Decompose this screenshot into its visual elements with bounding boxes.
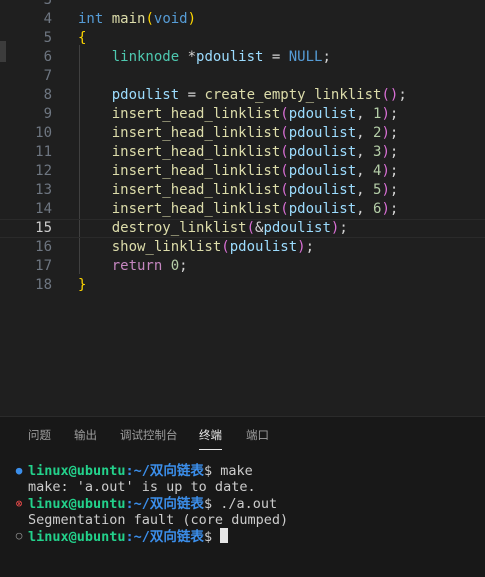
command-status-icon[interactable]: ⊗ [14,496,24,512]
code-line[interactable]: 8 pdoulist = create_empty_linklist(); [0,86,485,105]
code-text: show_linklist(pdoulist); [111,239,315,255]
code-text: linknode *pdoulist = NULL; [111,49,331,65]
line-number: 12 [35,163,52,179]
code-text: insert_head_linklist(pdoulist, 3); [111,144,399,160]
code-line[interactable]: 4 int main(void) [0,10,485,29]
tab-debug-console[interactable]: 调试控制台 [120,427,178,443]
terminal-line: Segmentation fault (core dumped) [0,512,485,528]
code-line[interactable]: 12 insert_head_linklist(pdoulist, 4); [0,162,485,181]
line-number: 9 [43,106,52,122]
code-line[interactable]: 11 insert_head_linklist(pdoulist, 3); [0,143,485,162]
terminal-text: linux@ubuntu:~/双向链表$ make [28,463,253,479]
code-text: } [78,277,87,293]
terminal-text: Segmentation fault (core dumped) [28,511,289,528]
bottom-panel: 问题 输出 调试控制台 终端 端口 ● linux@ubuntu:~/双向链表$ make… [0,416,485,577]
terminal-text: make: 'a.out' is up to date. [28,479,256,496]
code-text: insert_head_linklist(pdoulist, 2); [111,125,399,141]
line-number: 15 [35,220,52,236]
code-line[interactable]: 18} [0,276,485,295]
line-number: 10 [35,125,52,141]
code-line[interactable]: 7 [0,67,485,86]
command-status-icon[interactable]: ● [14,463,24,479]
line-number: 17 [35,258,52,274]
line-number: 8 [43,87,52,103]
terminal-text: linux@ubuntu:~/双向链表$ ./a.out [28,495,278,512]
line-number: 3 [43,0,52,8]
tab-output[interactable]: 输出 [74,427,97,443]
code-line[interactable]: 9 insert_head_linklist(pdoulist, 1); [0,105,485,124]
line-number: 14 [35,201,52,217]
tab-terminal[interactable]: 终端 [199,427,222,450]
code-text: insert_head_linklist(pdoulist, 1); [111,106,399,122]
code-text: insert_head_linklist(pdoulist, 6); [111,201,399,217]
code-line[interactable]: 17 return 0; [0,257,485,276]
terminal-cursor [220,528,229,544]
line-number: 6 [43,49,52,65]
code-text: { [78,30,87,46]
line-number: 5 [43,30,52,46]
code-line[interactable]: 3 [0,0,485,10]
code-line[interactable]: 10 insert_head_linklist(pdoulist, 2); [0,124,485,143]
terminal-line: ● linux@ubuntu:~/双向链表$ make [0,463,485,479]
line-number: 4 [43,11,52,27]
line-number: 11 [35,144,52,160]
code-line[interactable]: 13 insert_head_linklist(pdoulist, 5); [0,181,485,200]
terminal-line: ○ linux@ubuntu:~/双向链表$ [0,528,485,545]
terminal-line: make: 'a.out' is up to date. [0,479,485,495]
code-text: return 0; [111,258,188,274]
code-line[interactable]: 14 insert_head_linklist(pdoulist, 6); [0,200,485,219]
code-text: destroy_linklist(&pdoulist); [111,220,348,236]
code-line[interactable]: 15 destroy_linklist(&pdoulist); [0,219,485,238]
terminal-line: ⊗ linux@ubuntu:~/双向链表$ ./a.out [0,496,485,512]
code-text: insert_head_linklist(pdoulist, 5); [111,182,399,198]
code-text: pdoulist = create_empty_linklist(); [111,87,407,103]
code-line[interactable]: 16 show_linklist(pdoulist); [0,238,485,257]
line-number: 13 [35,182,52,198]
code-line[interactable]: 5{ [0,29,485,48]
line-number: 7 [43,68,52,84]
panel-tabs: 问题 输出 调试控制台 终端 端口 [0,417,485,453]
tab-problems[interactable]: 问题 [28,427,51,443]
terminal-text: linux@ubuntu:~/双向链表$ [28,528,229,545]
line-number: 18 [35,277,52,293]
code-editor[interactable]: 3 4 int main(void) 5{6 linknode *pdoulist =… [0,0,485,416]
line-number: 16 [35,239,52,255]
code-text: insert_head_linklist(pdoulist, 4); [111,163,399,179]
tab-ports[interactable]: 端口 [246,427,269,443]
code-text: int main(void) [78,11,197,27]
code-line[interactable]: 6 linknode *pdoulist = NULL; [0,48,485,67]
command-status-icon[interactable]: ○ [14,528,24,544]
